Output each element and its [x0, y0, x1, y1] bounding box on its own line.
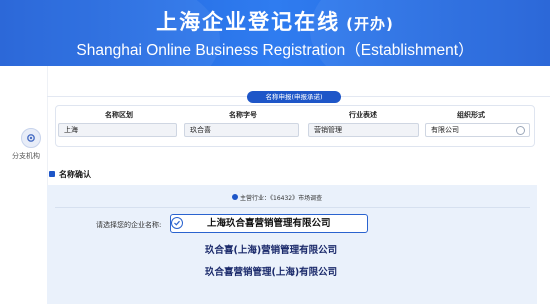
column-label-trade-name: 名称字号: [229, 111, 257, 119]
page-subtitle: Shanghai Online Business Registration（Es…: [76, 42, 474, 59]
name-option-selected[interactable]: 上海玖合喜营销管理有限公司: [170, 214, 368, 233]
name-option[interactable]: 玖合喜(上海)营销管理有限公司: [205, 242, 337, 256]
column-label-org-form: 组织形式: [457, 111, 485, 119]
column-label-region: 名称区划: [105, 111, 133, 119]
tab-name-application[interactable]: 名称申报(申报承诺): [247, 91, 341, 103]
sidebar-item-branch[interactable]: [21, 128, 41, 148]
column-label-industry: 行业表述: [349, 111, 377, 119]
chevron-down-icon[interactable]: [516, 126, 525, 135]
name-option[interactable]: 玖合喜营销管理(上海)有限公司: [205, 264, 337, 278]
section-title-confirm: 名称确认: [59, 170, 91, 179]
industry-field[interactable]: 营销管理: [308, 123, 419, 137]
section-bullet: [49, 171, 55, 177]
info-icon: [232, 194, 238, 200]
page-title-main: 上海企业登记在线: [156, 10, 341, 34]
header-banner: 上海企业登记在线 (开办) Shanghai Online Business Re…: [0, 0, 550, 66]
gear-icon: [27, 134, 35, 142]
choose-name-label: 请选择您的企业名称:: [96, 221, 162, 229]
page-title: 上海企业登记在线 (开办): [0, 6, 550, 36]
trade-name-field[interactable]: 玖合喜: [184, 123, 299, 137]
sidebar-item-label: 分支机构: [12, 152, 40, 160]
check-icon: [171, 217, 183, 229]
region-field[interactable]: 上海: [58, 123, 177, 137]
org-form-select[interactable]: 有限公司: [425, 123, 530, 137]
page-title-suffix: (开办): [346, 15, 394, 33]
industry-note: 主营行业：《16432》市场调查: [240, 195, 323, 202]
panel-divider: [55, 207, 530, 208]
